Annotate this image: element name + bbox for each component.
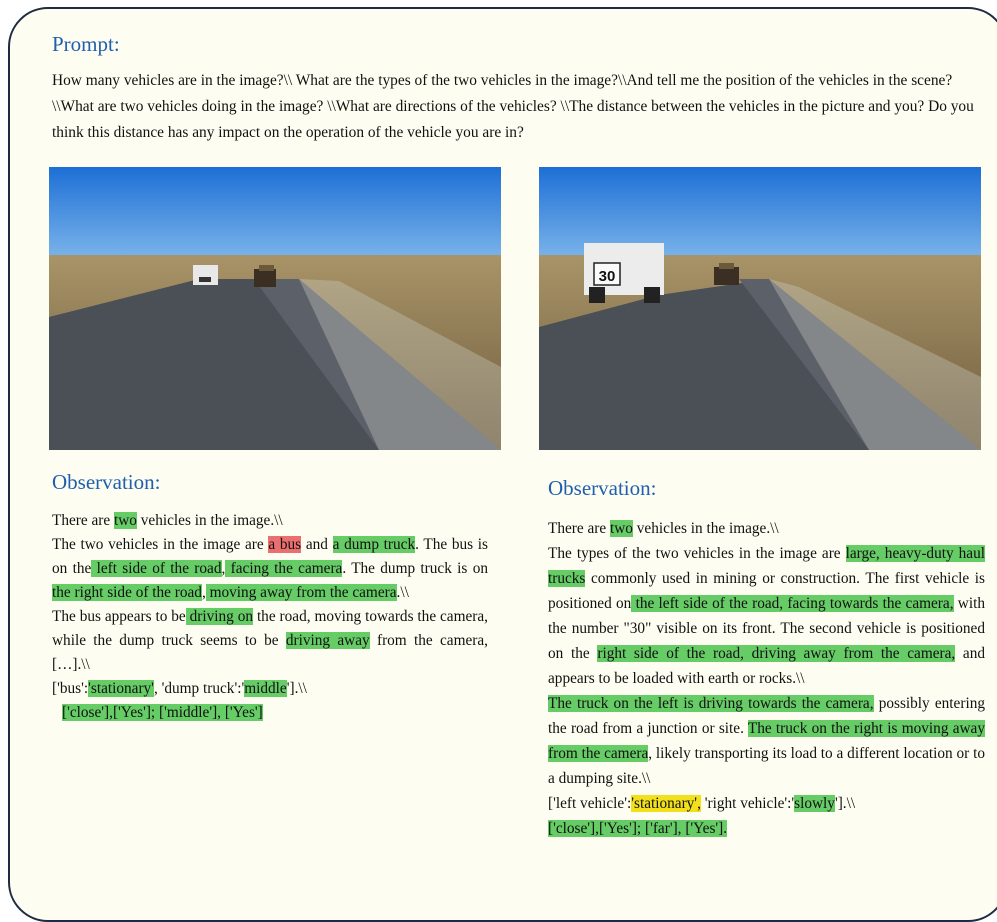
right-obs-distances: ['close'],['Yes']; ['far'], ['Yes']. (548, 820, 728, 837)
left-obs-speeds: ['bus':'stationary', 'dump truck':'middl… (52, 680, 307, 697)
left-obs-distances: ['close'],['Yes']; ['middle'], ['Yes'] (62, 704, 263, 721)
left-obs-count: There are two vehicles in the image.\\ (52, 512, 283, 529)
right-observation-heading: Observation: (548, 476, 657, 500)
right-road-photo: 30 (539, 167, 981, 450)
truck-number: 30 (599, 268, 616, 285)
prompt-heading: Prompt: (52, 32, 120, 56)
left-obs-actions: The bus appears to be driving on the roa… (52, 608, 488, 673)
left-obs-types: The two vehicles in the image are a bus … (52, 536, 488, 601)
right-obs-count: There are two vehicles in the image.\\ (548, 520, 779, 537)
right-obs-actions: The truck on the left is driving towards… (548, 695, 985, 787)
left-observation-heading: Observation: (52, 470, 161, 494)
right-obs-speeds: ['left vehicle':'stationary', 'right veh… (548, 795, 856, 812)
right-observation: There are two vehicles in the image.\\ T… (548, 516, 985, 841)
right-obs-types: The types of the two vehicles in the ima… (548, 545, 986, 687)
left-road-photo (49, 167, 501, 450)
prompt-text: How many vehicles are in the image?\\ Wh… (52, 72, 974, 141)
left-observation: There are two vehicles in the image.\\ T… (52, 509, 488, 725)
